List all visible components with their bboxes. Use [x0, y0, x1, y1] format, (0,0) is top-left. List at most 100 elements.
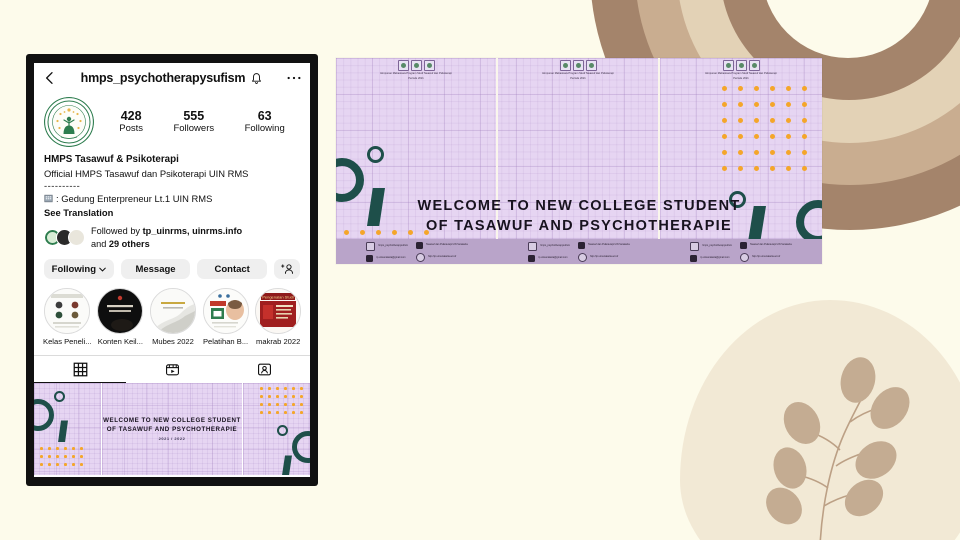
footer-contact-group: Tasawuf dan Psikoterapi UIN Surakarta ht…	[577, 241, 630, 262]
panel-org-line2: Periode 2021	[570, 76, 586, 80]
svg-text:Pengenalan Studi: Pengenalan Studi	[262, 295, 294, 300]
profile-action-buttons: Following Message Contact	[34, 250, 310, 280]
profile-stats: 428 Posts 555 Followers 63 Following	[94, 109, 300, 136]
panel-org-line1: Himpunan Mahasiswa Program Studi Tasawuf…	[705, 72, 777, 75]
more-options-icon[interactable]	[286, 71, 302, 85]
banner-title-line1: WELCOME TO NEW COLLEGE STUDENT	[417, 198, 741, 214]
highlight-item[interactable]: Pelatihan B...	[202, 288, 250, 346]
display-name: HMPS Tasawuf & Psikoterapi	[44, 154, 179, 165]
bell-icon[interactable]	[250, 72, 263, 85]
footer-contact-text: http://tp.uinsurakarta.ac.id/	[589, 255, 619, 259]
hmps-logo-icon	[410, 60, 422, 71]
post-thumbnail[interactable]: WELCOME TO NEW COLLEGE STUDENT OF TASAWU…	[102, 383, 242, 476]
footer-contact-text: http://tp.uinsurakarta.ac.id/	[751, 255, 781, 259]
footer-contact-row: http://tp.uinsurakarta.ac.id/	[415, 252, 468, 262]
following-button-label: Following	[51, 263, 96, 275]
post-title-year: 2021 / 2022	[158, 436, 186, 442]
avatar[interactable]	[44, 97, 94, 147]
orange-dot-grid	[40, 447, 88, 471]
highlight-item[interactable]: Kelas Peneli...	[43, 288, 92, 346]
bio-description: Official HMPS Tasawuf dan Psikoterapi UI…	[44, 167, 249, 179]
footer-contact-row: Tasawuf dan Psikoterapi UIN Surakarta	[739, 241, 792, 249]
highlight-label: Mubes 2022	[152, 337, 194, 347]
panel-header: Himpunan Mahasiswa Program Studi Tasawuf…	[336, 58, 496, 80]
footer-contact-group: Tasawuf dan Psikoterapi UIN Surakarta ht…	[415, 241, 468, 262]
stat-posts[interactable]: 428 Posts	[119, 109, 143, 136]
footer-panel: hmps_psychotherapysufism tp.uinsurakarta…	[336, 239, 498, 264]
footer-panel: hmps_psychotherapysufism tp.uinsurakarta…	[498, 239, 660, 264]
instagram-icon	[366, 241, 376, 251]
instagram-icon	[690, 241, 700, 251]
highlight-item[interactable]: Mubes 2022	[149, 288, 197, 346]
bio-address-row: : Gedung Enterpreneur Lt.1 UIN RMS	[44, 192, 300, 206]
footer-contact-row: http://tp.uinsurakarta.ac.id/	[577, 252, 630, 262]
kampus-logo-icon	[585, 60, 597, 71]
tab-reels[interactable]	[126, 356, 218, 382]
bio-address-text: : Gedung Enterpreneur Lt.1 UIN RMS	[56, 193, 213, 204]
footer-contact-row: tp.uinsurakarta@gmail.com	[690, 254, 732, 262]
uin-logo-icon	[559, 60, 571, 71]
followed-by-prefix: Followed by	[91, 225, 143, 236]
footer-panel: hmps_psychotherapysufism tp.uinsurakarta…	[660, 239, 822, 264]
footer-contact-text: tp.uinsurakarta@gmail.com	[376, 256, 406, 260]
post-title-line1: WELCOME TO NEW COLLEGE STUDENT	[103, 417, 241, 425]
highlight-label: makrab 2022	[256, 337, 301, 347]
contact-button[interactable]: Contact	[197, 259, 268, 280]
mutual-avatar-3	[68, 229, 85, 247]
stat-following[interactable]: 63 Following	[245, 109, 285, 136]
contact-button-label: Contact	[214, 263, 250, 275]
web-icon	[415, 252, 425, 262]
panel-org-line2: Periode 2021	[408, 76, 424, 80]
chevron-down-icon	[99, 267, 106, 272]
chevron-left-icon[interactable]	[42, 70, 58, 86]
followers-count: 555	[183, 108, 205, 123]
hmps-logo-icon	[572, 60, 584, 71]
highlight-item[interactable]: Konten Keil...	[97, 288, 145, 346]
followed-by-count[interactable]: 29 others	[109, 239, 150, 249]
story-highlights: Kelas Peneli... Konten Keil... Mubes 202…	[34, 279, 310, 346]
posts-label: Posts	[119, 123, 143, 135]
panel-org-line1: Himpunan Mahasiswa Program Studi Tasawuf…	[380, 72, 452, 75]
footer-contact-text: Tasawuf dan Psikoterapi UIN Surakarta	[749, 243, 792, 247]
following-button[interactable]: Following	[44, 259, 114, 280]
followed-by-and: and	[91, 238, 109, 249]
post-thumbnail[interactable]	[34, 383, 101, 476]
tab-grid[interactable]	[34, 356, 126, 384]
mail-icon	[366, 254, 374, 262]
followed-by-names[interactable]: tp_uinrms, uinrms.info	[143, 226, 243, 236]
welcome-banner-image[interactable]: Himpunan Mahasiswa Program Studi Tasawuf…	[336, 58, 822, 264]
footer-contact-text: tp.uinsurakarta@gmail.com	[538, 256, 568, 260]
web-icon	[577, 252, 587, 262]
profile-tabs	[34, 355, 310, 384]
footer-contact-text: hmps_psychotherapysufism	[540, 244, 570, 248]
book-icon	[739, 241, 747, 249]
following-count: 63	[257, 108, 272, 123]
footer-contact-row: hmps_psychotherapysufism	[366, 241, 408, 251]
makrab-2022-thumb: Pengenalan Studi	[255, 288, 302, 335]
add-person-button[interactable]	[274, 259, 301, 280]
highlight-item[interactable]: Pengenalan Studi makrab 2022	[254, 288, 302, 346]
uin-logo-icon	[722, 60, 734, 71]
profile-summary: 428 Posts 555 Followers 63 Following	[34, 93, 310, 149]
followed-by-row: Followed by tp_uinrms, uinrms.info and 2…	[34, 220, 310, 251]
footer-contact-text: Tasawuf dan Psikoterapi UIN Surakarta	[425, 243, 468, 247]
mail-icon	[690, 254, 698, 262]
panel-logos	[397, 60, 435, 71]
post-grid: WELCOME TO NEW COLLEGE STUDENT OF TASAWU…	[34, 383, 310, 476]
footer-contact-row: tp.uinsurakarta@gmail.com	[366, 254, 408, 262]
banner-title-line2: OF TASAWUF AND PSYCHOTHERAPIE	[426, 218, 732, 234]
mubes-2022-thumb	[149, 288, 196, 335]
see-translation-link[interactable]: See Translation	[44, 206, 300, 220]
username-text: hmps_psychotherapysufism	[80, 71, 246, 85]
orange-dot-grid	[259, 387, 308, 419]
grid-icon	[73, 362, 87, 377]
botanical-branch-icon	[766, 357, 910, 540]
footer-contact-text: hmps_psychotherapysufism	[702, 244, 732, 248]
footer-contact-text: Tasawuf dan Psikoterapi UIN Surakarta	[587, 243, 630, 247]
message-button[interactable]: Message	[120, 259, 191, 280]
profile-username-header: hmps_psychotherapysufism	[58, 71, 286, 85]
tab-tagged[interactable]	[218, 356, 310, 382]
stat-followers[interactable]: 555 Followers	[173, 109, 214, 136]
post-thumbnail[interactable]	[243, 383, 310, 476]
book-icon	[577, 241, 585, 249]
